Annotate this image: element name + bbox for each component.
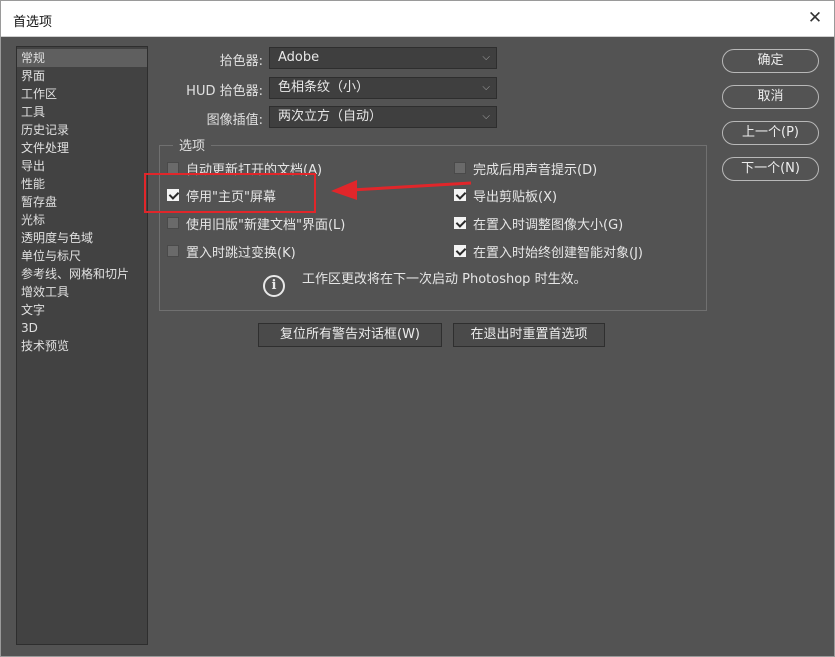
hud-picker-row: HUD 拾色器: — [161, 77, 263, 99]
title-bar: 首选项 ✕ — [1, 1, 834, 37]
sidebar-item-3d[interactable]: 3D — [17, 319, 147, 337]
chevron-down-icon: ⌵ — [482, 82, 490, 93]
sidebar-item-workspace[interactable]: 工作区 — [17, 85, 147, 103]
info-icon: i — [263, 275, 285, 297]
check-icon — [454, 189, 466, 201]
checkbox-box — [454, 162, 466, 174]
resize-on-place-checkbox[interactable]: 在置入时调整图像大小(G) — [454, 214, 623, 233]
export-clipboard-checkbox[interactable]: 导出剪贴板(X) — [454, 186, 557, 205]
hud-picker-select[interactable]: 色相条纹（小） ⌵ — [269, 77, 497, 99]
sidebar-item-performance[interactable]: 性能 — [17, 175, 147, 193]
chevron-down-icon: ⌵ — [482, 52, 490, 63]
next-button[interactable]: 下一个(N) — [722, 157, 819, 181]
skip-transform-checkbox[interactable]: 置入时跳过变换(K) — [167, 242, 296, 261]
color-picker-value: Adobe — [278, 50, 320, 65]
reset-warnings-button[interactable]: 复位所有警告对话框(W) — [258, 323, 442, 347]
chevron-down-icon: ⌵ — [482, 111, 490, 122]
checkbox-box — [167, 217, 179, 229]
interpolation-label: 图像插值: — [206, 113, 263, 128]
sidebar-item-file-handling[interactable]: 文件处理 — [17, 139, 147, 157]
sidebar-item-interface[interactable]: 界面 — [17, 67, 147, 85]
interpolation-select[interactable]: 两次立方（自动） ⌵ — [269, 106, 497, 128]
auto-update-docs-checkbox[interactable]: 自动更新打开的文档(A) — [167, 159, 322, 178]
check-icon — [454, 217, 466, 229]
checkbox-box — [167, 162, 179, 174]
sidebar-item-units[interactable]: 单位与标尺 — [17, 247, 147, 265]
sidebar-item-scratch-disks[interactable]: 暂存盘 — [17, 193, 147, 211]
sidebar-item-plugins[interactable]: 增效工具 — [17, 283, 147, 301]
window-title: 首选项 — [13, 15, 53, 30]
sidebar-item-guides[interactable]: 参考线、网格和切片 — [17, 265, 147, 283]
hud-picker-label: HUD 拾色器: — [186, 84, 263, 99]
check-icon — [167, 189, 179, 201]
options-legend: 选项 — [173, 135, 212, 154]
color-picker-label: 拾色器: — [219, 54, 263, 69]
category-sidebar: 常规 界面 工作区 工具 历史记录 文件处理 导出 性能 暂存盘 光标 透明度与… — [16, 46, 148, 645]
close-icon[interactable]: ✕ — [804, 7, 826, 29]
sidebar-item-transparency[interactable]: 透明度与色域 — [17, 229, 147, 247]
legacy-new-doc-checkbox[interactable]: 使用旧版"新建文档"界面(L) — [167, 214, 345, 233]
reset-on-quit-button[interactable]: 在退出时重置首选项 — [453, 323, 605, 347]
disable-home-screen-checkbox[interactable]: 停用"主页"屏幕 — [167, 186, 276, 205]
interpolation-value: 两次立方（自动） — [278, 109, 383, 124]
interpolation-row: 图像插值: — [161, 106, 263, 128]
color-picker-select[interactable]: Adobe ⌵ — [269, 47, 497, 69]
sound-notify-checkbox[interactable]: 完成后用声音提示(D) — [454, 159, 597, 178]
sidebar-item-tech-preview[interactable]: 技术预览 — [17, 337, 147, 355]
cancel-button[interactable]: 取消 — [722, 85, 819, 109]
ok-button[interactable]: 确定 — [722, 49, 819, 73]
sidebar-item-type[interactable]: 文字 — [17, 301, 147, 319]
check-icon — [454, 245, 466, 257]
sidebar-item-tools[interactable]: 工具 — [17, 103, 147, 121]
checkbox-box — [167, 245, 179, 257]
sidebar-item-general[interactable]: 常规 — [17, 49, 147, 67]
restart-info-text: 工作区更改将在下一次启动 Photoshop 时生效。 — [302, 272, 587, 287]
prev-button[interactable]: 上一个(P) — [722, 121, 819, 145]
smart-object-checkbox[interactable]: 在置入时始终创建智能对象(J) — [454, 242, 643, 261]
sidebar-item-history[interactable]: 历史记录 — [17, 121, 147, 139]
sidebar-item-cursors[interactable]: 光标 — [17, 211, 147, 229]
sidebar-item-export[interactable]: 导出 — [17, 157, 147, 175]
hud-picker-value: 色相条纹（小） — [278, 80, 370, 95]
color-picker-row: 拾色器: — [161, 47, 263, 69]
preferences-dialog: 首选项 ✕ 常规 界面 工作区 工具 历史记录 文件处理 导出 性能 暂存盘 光… — [0, 0, 835, 657]
